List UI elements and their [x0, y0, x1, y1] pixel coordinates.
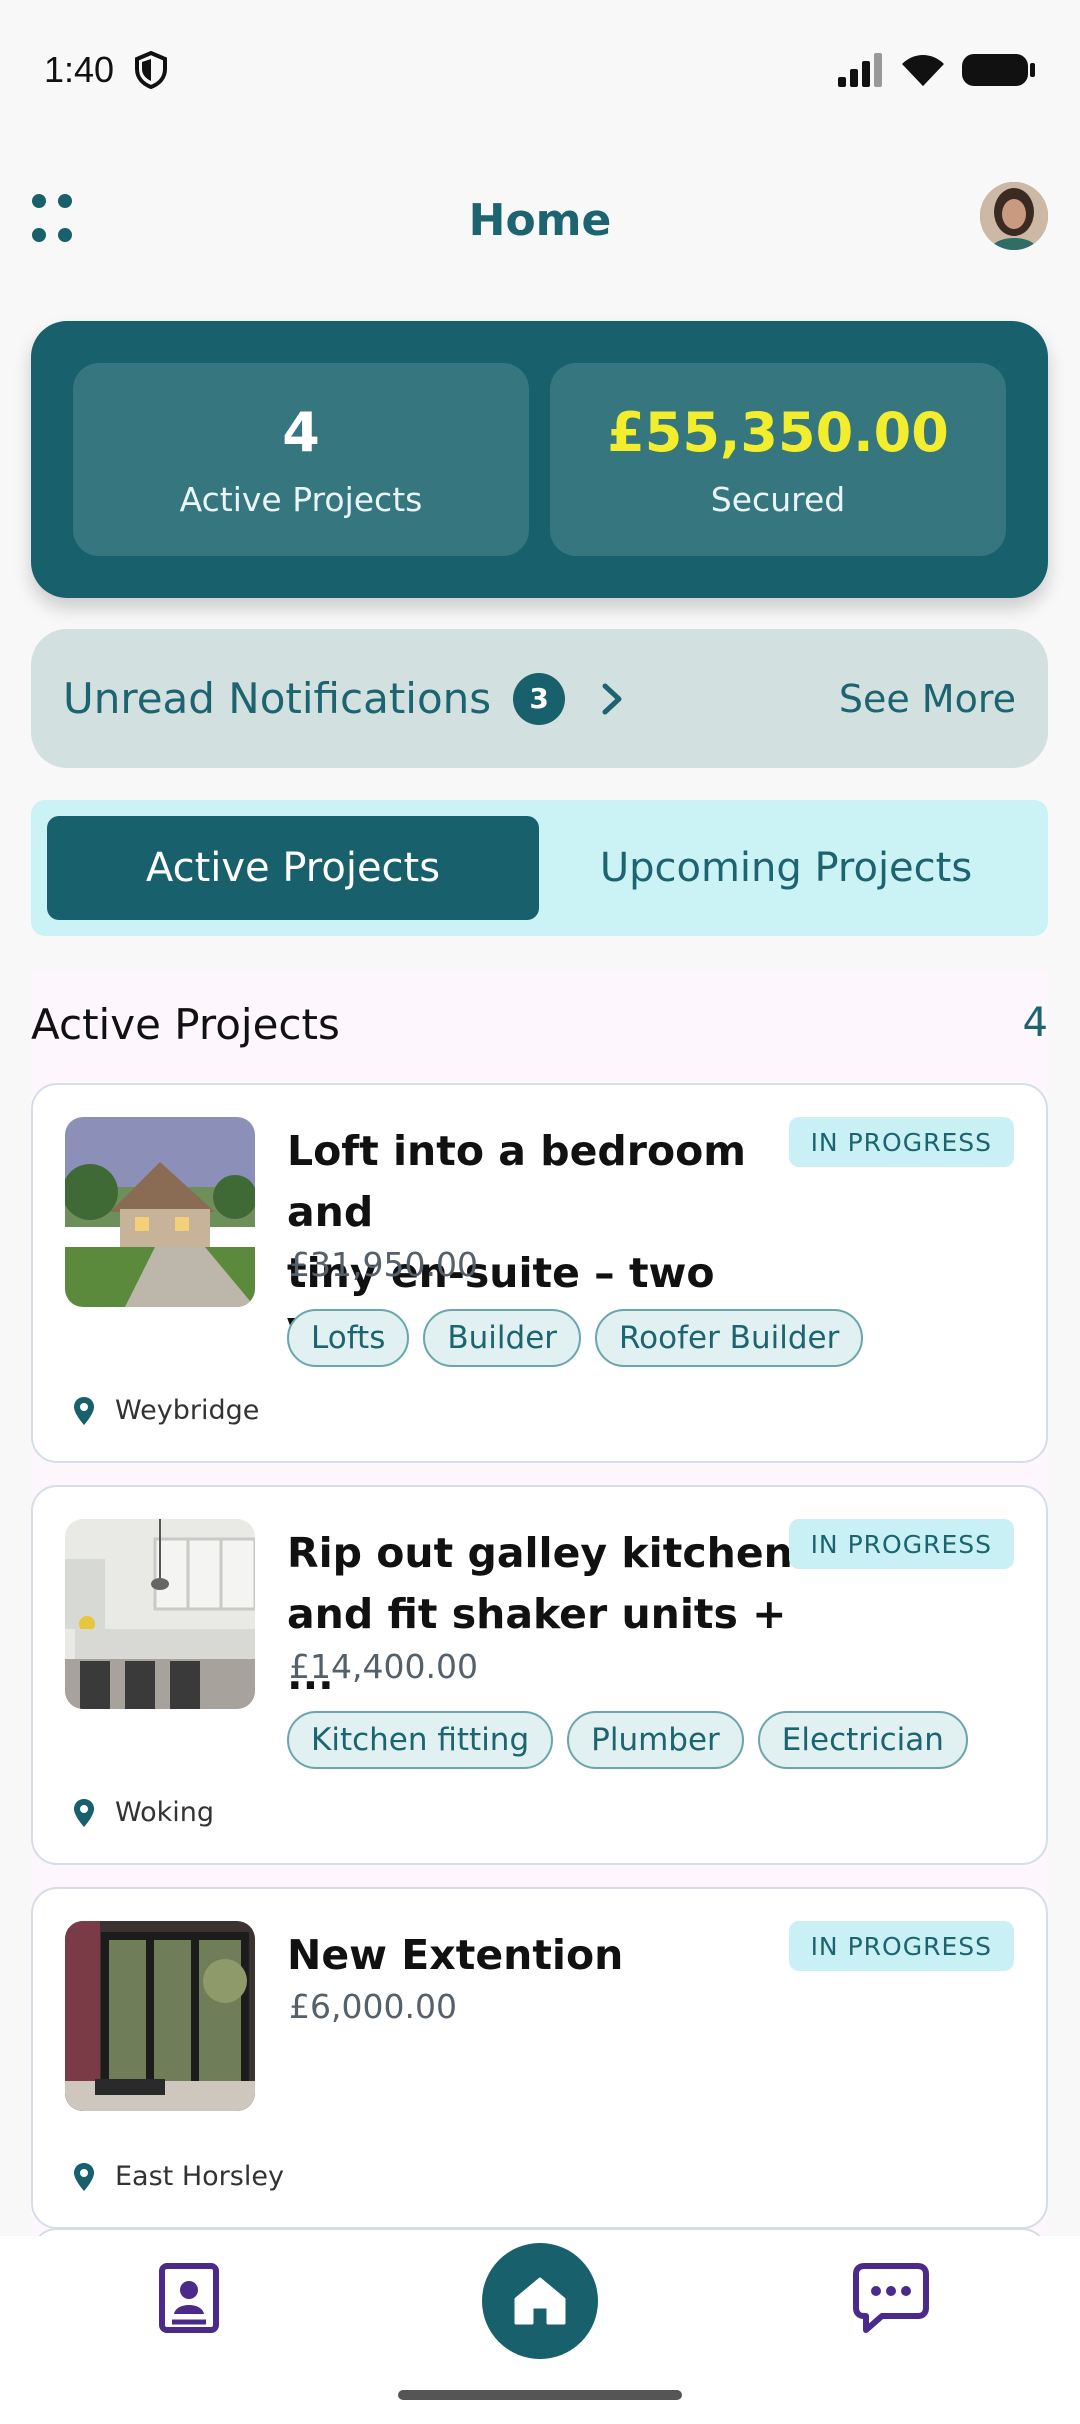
notifications-count-badge: 3	[513, 672, 566, 725]
section-count: 4	[1022, 1000, 1048, 1046]
tag-chip: Roofer Builder	[595, 1309, 864, 1367]
page-title: Home	[468, 194, 612, 246]
project-title: New Extention	[287, 1925, 807, 1986]
location-pin-icon	[74, 2162, 94, 2191]
project-card[interactable]: New Extention £6,000.00 IN PROGRESS East…	[31, 1887, 1048, 2229]
tab-upcoming-projects[interactable]: Upcoming Projects	[540, 816, 1032, 920]
status-time: 1:40	[44, 49, 115, 90]
battery-icon	[962, 54, 1035, 86]
status-badge: IN PROGRESS	[788, 1117, 1014, 1167]
project-location: East Horsley	[73, 2161, 284, 2192]
project-title-line: New Extention	[287, 1931, 624, 1979]
avatar[interactable]	[980, 182, 1048, 250]
project-location: Woking	[73, 1797, 214, 1828]
tag-chip: Lofts	[287, 1309, 410, 1367]
active-projects-stat[interactable]: 4 Active Projects	[73, 363, 529, 556]
app-header: Home	[0, 170, 1080, 270]
signal-icon	[838, 53, 882, 87]
project-location: Weybridge	[73, 1395, 259, 1426]
location-pin-icon	[74, 1396, 94, 1425]
chevron-right-icon[interactable]	[599, 682, 625, 716]
contacts-book-icon[interactable]	[158, 2262, 220, 2334]
project-price: £6,000.00	[289, 1987, 457, 2026]
bottom-nav	[0, 2236, 1080, 2424]
project-card[interactable]: Loft into a bedroom and tiny en-suite – …	[31, 1083, 1048, 1463]
tag-chip: Electrician	[757, 1711, 968, 1769]
menu-dots-icon[interactable]	[30, 188, 76, 248]
shield-icon	[135, 51, 168, 89]
status-badge: IN PROGRESS	[788, 1519, 1014, 1569]
home-icon	[514, 2277, 566, 2325]
tag-chip: Kitchen fitting	[287, 1711, 554, 1769]
project-image	[65, 1117, 255, 1307]
project-image	[65, 1921, 255, 2111]
location-text: Woking	[115, 1797, 215, 1828]
project-title-line: Rip out galley kitchen	[287, 1529, 793, 1577]
tab-active-projects[interactable]: Active Projects	[47, 816, 539, 920]
status-badge: IN PROGRESS	[788, 1921, 1014, 1971]
wifi-icon	[902, 55, 944, 86]
active-projects-label: Active Projects	[179, 479, 423, 519]
home-indicator[interactable]	[398, 2390, 682, 2400]
active-projects-count: 4	[282, 400, 320, 464]
location-text: East Horsley	[115, 2161, 284, 2192]
project-title-line: and fit shaker units + ...	[287, 1590, 787, 1699]
project-price: £14,400.00	[289, 1647, 478, 1686]
notifications-label: Unread Notifications	[63, 674, 492, 723]
section-title: Active Projects	[31, 1000, 340, 1049]
projects-section: Active Projects 4 Loft into a bedroom an…	[31, 970, 1048, 2268]
stats-card: 4 Active Projects £55,350.00 Secured	[31, 321, 1048, 598]
secured-amount: £55,350.00	[607, 400, 949, 464]
notifications-bar[interactable]: Unread Notifications 3 See More	[31, 629, 1048, 768]
project-tags: Lofts Builder Roofer Builder	[287, 1309, 864, 1367]
project-tags: Kitchen fitting Plumber Electrician	[287, 1711, 968, 1769]
secured-label: Secured	[710, 479, 846, 519]
location-pin-icon	[74, 1798, 94, 1827]
chat-icon[interactable]	[852, 2262, 930, 2334]
location-text: Weybridge	[115, 1395, 260, 1426]
tag-chip: Plumber	[567, 1711, 744, 1769]
status-icons	[838, 52, 1036, 88]
tag-chip: Builder	[423, 1309, 582, 1367]
project-title-line: Loft into a bedroom and	[287, 1127, 747, 1236]
project-price: £31,950.00	[289, 1245, 478, 1284]
home-nav-button[interactable]	[482, 2243, 598, 2359]
see-more-link[interactable]: See More	[839, 677, 1016, 721]
project-image	[65, 1519, 255, 1709]
status-bar: 1:40	[0, 0, 1080, 140]
avatar-image	[980, 182, 1048, 250]
secured-stat[interactable]: £55,350.00 Secured	[550, 363, 1006, 556]
project-card[interactable]: Rip out galley kitchen and fit shaker un…	[31, 1485, 1048, 1865]
project-tabs: Active Projects Upcoming Projects	[31, 800, 1048, 936]
